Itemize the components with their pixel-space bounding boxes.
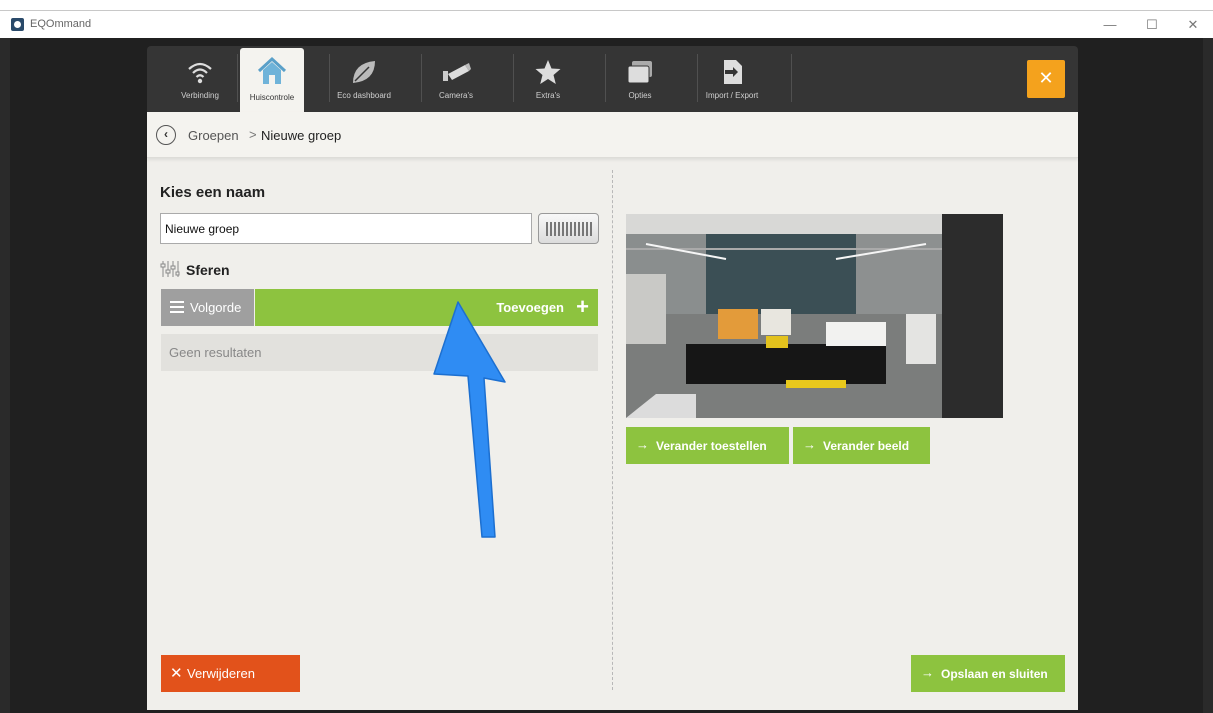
tab-separator <box>605 54 606 102</box>
change-image-label: Verander beeld <box>823 439 910 453</box>
page: EQOmmand — ☐ ✕ Verbinding Huiscontrole E… <box>0 0 1213 713</box>
add-button[interactable]: Toevoegen + <box>255 289 598 326</box>
tab-separator <box>697 54 698 102</box>
minimize-button[interactable]: — <box>1095 15 1125 35</box>
maximize-button[interactable]: ☐ <box>1137 15 1167 35</box>
change-image-button[interactable]: → Verander beeld <box>793 427 930 464</box>
breadcrumb-separator: > <box>249 127 257 142</box>
order-label: Volgorde <box>190 300 242 315</box>
close-window-button[interactable]: ✕ <box>1178 15 1208 35</box>
tab-separator <box>329 54 330 102</box>
arrow-right-icon: → <box>803 437 816 452</box>
change-devices-label: Verander toestellen <box>656 439 767 453</box>
wifi-icon <box>188 62 212 84</box>
tab-separator <box>237 54 238 102</box>
breadcrumb-current: Nieuwe groep <box>261 128 342 143</box>
tab-verbinding[interactable]: Verbinding <box>168 49 232 110</box>
tab-label: Eco dashboard <box>337 91 391 100</box>
group-name-input[interactable] <box>160 213 532 244</box>
tab-extras[interactable]: Extra's <box>516 49 580 110</box>
windows-icon <box>627 61 652 84</box>
back-button[interactable]: ‹ <box>156 125 176 145</box>
main-tab-bar: Verbinding Huiscontrole Eco dashboard Ca… <box>147 46 1078 112</box>
window-titlebar: EQOmmand — ☐ ✕ <box>0 10 1213 38</box>
save-close-label: Opslaan en sluiten <box>941 667 1048 681</box>
tab-opties[interactable]: Opties <box>608 49 672 110</box>
home-icon <box>257 56 287 84</box>
column-divider <box>612 170 613 690</box>
tab-huiscontrole[interactable]: Huiscontrole <box>240 48 304 112</box>
keyboard-button[interactable] <box>538 213 599 244</box>
delete-label: Verwijderen <box>187 666 255 681</box>
tab-import-export[interactable]: Import / Export <box>700 49 764 110</box>
content-panel: ‹ Groepen > Nieuwe groep Kies een naam S… <box>147 112 1078 710</box>
tab-label: Huiscontrole <box>249 93 295 102</box>
top-caption-strip <box>0 0 1213 10</box>
hamburger-icon <box>170 301 184 313</box>
camera-icon <box>443 63 471 81</box>
tab-separator <box>421 54 422 102</box>
delete-button[interactable]: ✕ Verwijderen <box>161 655 300 692</box>
tab-label: Camera's <box>439 91 473 100</box>
plus-icon: + <box>576 294 589 319</box>
add-label: Toevoegen <box>496 300 564 315</box>
tab-label: Verbinding <box>181 91 219 100</box>
change-devices-button[interactable]: → Verander toestellen <box>626 427 789 464</box>
tab-label: Opties <box>628 91 652 100</box>
tab-label: Import / Export <box>705 91 759 100</box>
tab-separator <box>513 54 514 102</box>
arrow-right-icon: → <box>921 665 934 680</box>
left-edge <box>0 38 10 713</box>
order-button[interactable]: Volgorde <box>161 289 254 326</box>
import-export-icon <box>724 60 742 84</box>
sferen-heading: Sferen <box>186 262 230 278</box>
keyboard-icon <box>546 222 592 236</box>
arrow-right-icon: → <box>636 437 649 452</box>
showroom-photo <box>626 214 1003 418</box>
close-icon: ✕ <box>170 665 183 682</box>
tab-cameras[interactable]: Camera's <box>424 49 488 110</box>
leaf-icon <box>353 61 375 83</box>
tab-separator <box>791 54 792 102</box>
breadcrumb: ‹ Groepen > Nieuwe groep <box>147 112 1078 158</box>
right-edge <box>1203 38 1213 713</box>
close-panel-button[interactable]: ✕ <box>1027 60 1065 98</box>
group-image <box>626 214 1003 418</box>
star-icon <box>535 60 561 84</box>
window-title: EQOmmand <box>30 18 92 30</box>
breadcrumb-groepen[interactable]: Groepen <box>188 128 239 143</box>
sliders-icon <box>160 261 180 277</box>
empty-results: Geen resultaten <box>161 334 598 371</box>
app-logo-icon <box>11 18 24 31</box>
tab-label: Extra's <box>535 91 561 100</box>
name-heading: Kies een naam <box>160 184 266 201</box>
save-close-button[interactable]: → Opslaan en sluiten <box>911 655 1065 692</box>
tab-eco-dashboard[interactable]: Eco dashboard <box>332 49 396 110</box>
